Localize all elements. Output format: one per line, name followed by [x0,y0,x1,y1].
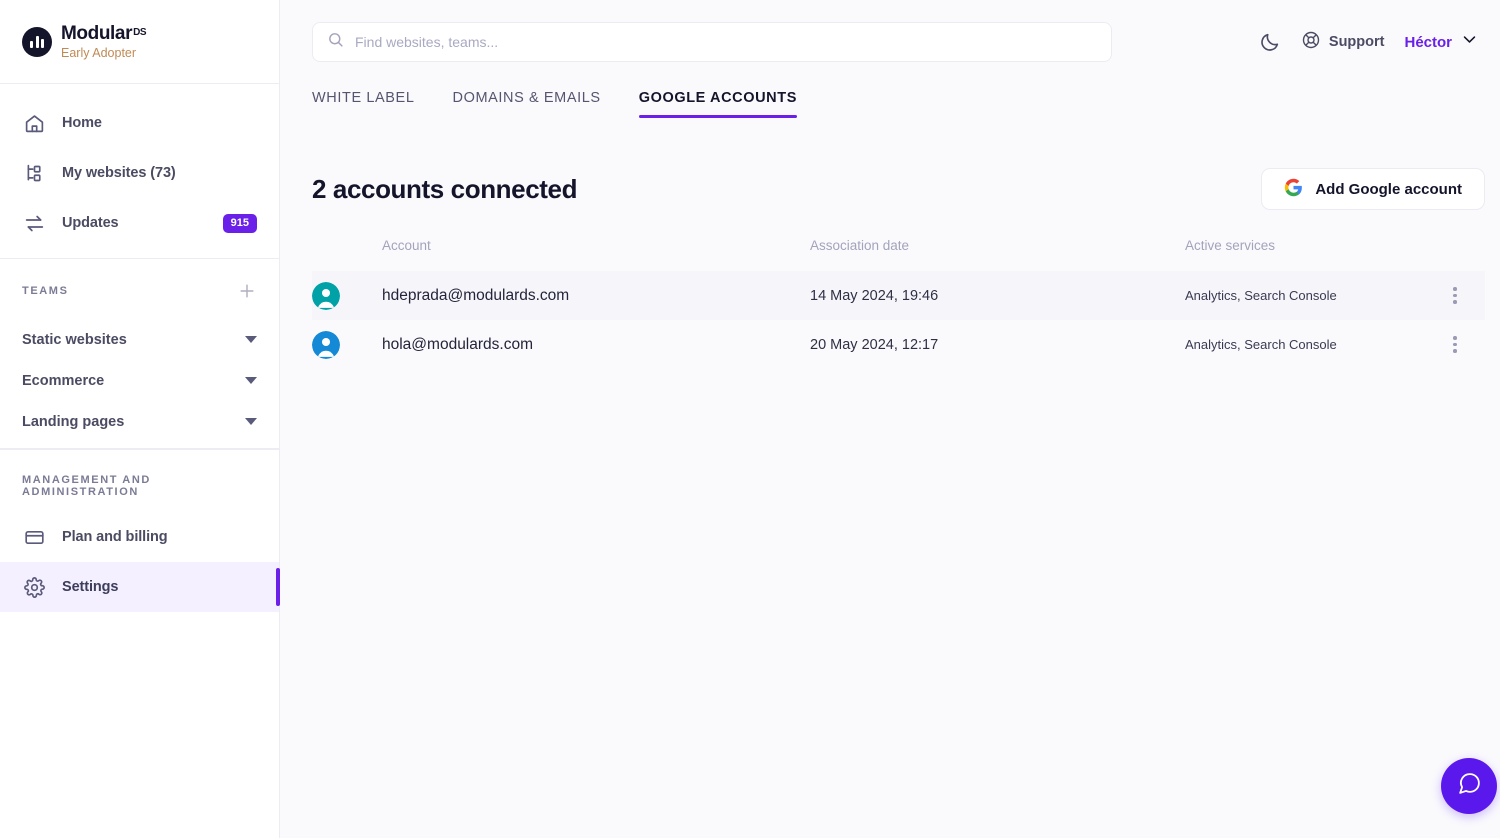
team-ecommerce-label: Ecommerce [22,372,105,389]
sitemap-icon [22,161,46,185]
brand-text: ModularDS Early Adopter [61,22,147,60]
tab-google-accounts[interactable]: GOOGLE ACCOUNTS [638,90,798,118]
kebab-menu-icon[interactable] [1425,287,1485,304]
add-google-account-button[interactable]: Add Google account [1261,168,1485,210]
chevron-down-icon [245,336,257,343]
brand-name-text: Modular [61,22,133,44]
sidebar-item-updates[interactable]: Updates 915 [0,198,279,248]
page-title: 2 accounts connected [312,173,578,204]
user-menu-button[interactable]: Héctor [1404,31,1478,53]
teams-section-title: TEAMS [22,285,69,297]
table-header: Account Association date Active services [312,238,1485,271]
row-menu-cell [1425,320,1485,369]
moon-icon[interactable] [1259,31,1281,53]
transfer-arrows-icon [22,211,46,235]
google-accounts-table: Account Association date Active services [312,238,1485,369]
updates-count-badge: 915 [222,213,257,233]
account-email: hdeprada@modulards.com [382,286,570,304]
table-row[interactable]: hdeprada@modulards.com 14 May 2024, 19:4… [312,271,1485,320]
avatar [312,281,382,310]
column-header-active-services: Active services [1185,238,1276,253]
gear-icon [22,575,46,599]
avatar [312,330,382,359]
association-date: 14 May 2024, 19:46 [810,287,939,304]
brand-tagline: Early Adopter [61,45,137,60]
sidebar-item-updates-label: Updates [62,215,119,231]
team-static-websites-label: Static websites [22,331,127,348]
home-icon [22,111,46,135]
avatar-icon [312,330,340,359]
table-header-row: Account Association date Active services [312,238,1485,271]
sidebar-item-home[interactable]: Home [0,98,279,148]
search-bar[interactable] [312,22,1112,62]
sidebar-item-landing-pages[interactable]: Landing pages [0,401,279,442]
brand-logo-block[interactable]: ModularDS Early Adopter [0,0,279,84]
sidebar-item-my-websites-label: My websites (73) [62,165,176,181]
search-input[interactable] [355,34,1097,50]
sidebar: ModularDS Early Adopter Home My websites… [0,0,280,838]
tab-domains-and-emails[interactable]: DOMAINS & EMAILS [453,90,601,118]
account-email: hola@modulards.com [382,335,533,353]
topbar: Support Héctor [280,0,1500,84]
column-header-avatar [312,238,382,271]
sidebar-item-static-websites[interactable]: Static websites [0,319,279,360]
lifebuoy-icon [1301,30,1321,55]
table-body: hdeprada@modulards.com 14 May 2024, 19:4… [312,271,1485,369]
credit-card-icon [22,525,46,549]
tab-white-label[interactable]: WHITE LABEL [312,90,415,118]
support-button[interactable]: Support [1301,30,1385,55]
chevron-down-icon [245,377,257,384]
account-avatar-cell [312,320,382,369]
add-team-plus-icon[interactable] [237,281,257,301]
association-date: 20 May 2024, 12:17 [810,336,939,353]
sidebar-item-settings-label: Settings [62,579,119,595]
chevron-down-icon [1461,31,1478,53]
kebab-menu-icon[interactable] [1425,336,1485,353]
app-root: ModularDS Early Adopter Home My websites… [0,0,1500,838]
primary-nav: Home My websites (73) Updates 915 [0,84,279,259]
topbar-actions: Support Héctor [1259,30,1478,55]
search-icon [327,31,344,53]
column-header-account: Account [382,238,431,253]
active-services: Analytics, Search Console [1185,288,1337,303]
management-section-title: MANAGEMENT AND ADMINISTRATION [22,474,151,498]
chevron-down-icon [245,418,257,425]
google-accounts-panel: 2 accounts connected Add Google account [280,168,1500,369]
sidebar-item-ecommerce[interactable]: Ecommerce [0,360,279,401]
management-section-header: MANAGEMENT AND ADMINISTRATION [0,474,279,498]
management-section: MANAGEMENT AND ADMINISTRATION Plan and b… [0,449,280,618]
team-landing-pages-label: Landing pages [22,413,125,430]
sidebar-item-plan-and-billing[interactable]: Plan and billing [0,512,279,562]
google-g-icon [1284,178,1303,200]
main-content: Support Héctor WHITE LABEL DOMAINS & EMA… [280,0,1500,838]
teams-section-header: TEAMS [0,281,279,301]
chat-bubble-icon [1457,771,1482,801]
column-header-menu [1425,238,1485,271]
user-name: Héctor [1404,33,1452,51]
support-label: Support [1328,34,1385,50]
content-header: 2 accounts connected Add Google account [312,168,1485,210]
sidebar-item-plan-and-billing-label: Plan and billing [62,529,168,545]
chat-support-fab[interactable] [1441,758,1497,814]
sidebar-item-my-websites[interactable]: My websites (73) [0,148,279,198]
active-services: Analytics, Search Console [1185,337,1337,352]
column-header-association-date: Association date [810,238,910,253]
row-menu-cell [1425,271,1485,320]
brand-name: ModularDS [61,22,147,44]
avatar-icon [312,281,340,310]
account-avatar-cell [312,271,382,320]
sidebar-item-home-label: Home [62,115,102,131]
sidebar-item-settings[interactable]: Settings [0,562,280,612]
modular-ds-logo-icon [22,26,52,57]
settings-tabs: WHITE LABEL DOMAINS & EMAILS GOOGLE ACCO… [280,90,1500,118]
teams-section: TEAMS Static websites Ecommerce Landing … [0,259,279,449]
add-google-account-label: Add Google account [1315,180,1462,198]
table-row[interactable]: hola@modulards.com 20 May 2024, 12:17 An… [312,320,1485,369]
brand-name-suffix: DS [133,26,147,38]
